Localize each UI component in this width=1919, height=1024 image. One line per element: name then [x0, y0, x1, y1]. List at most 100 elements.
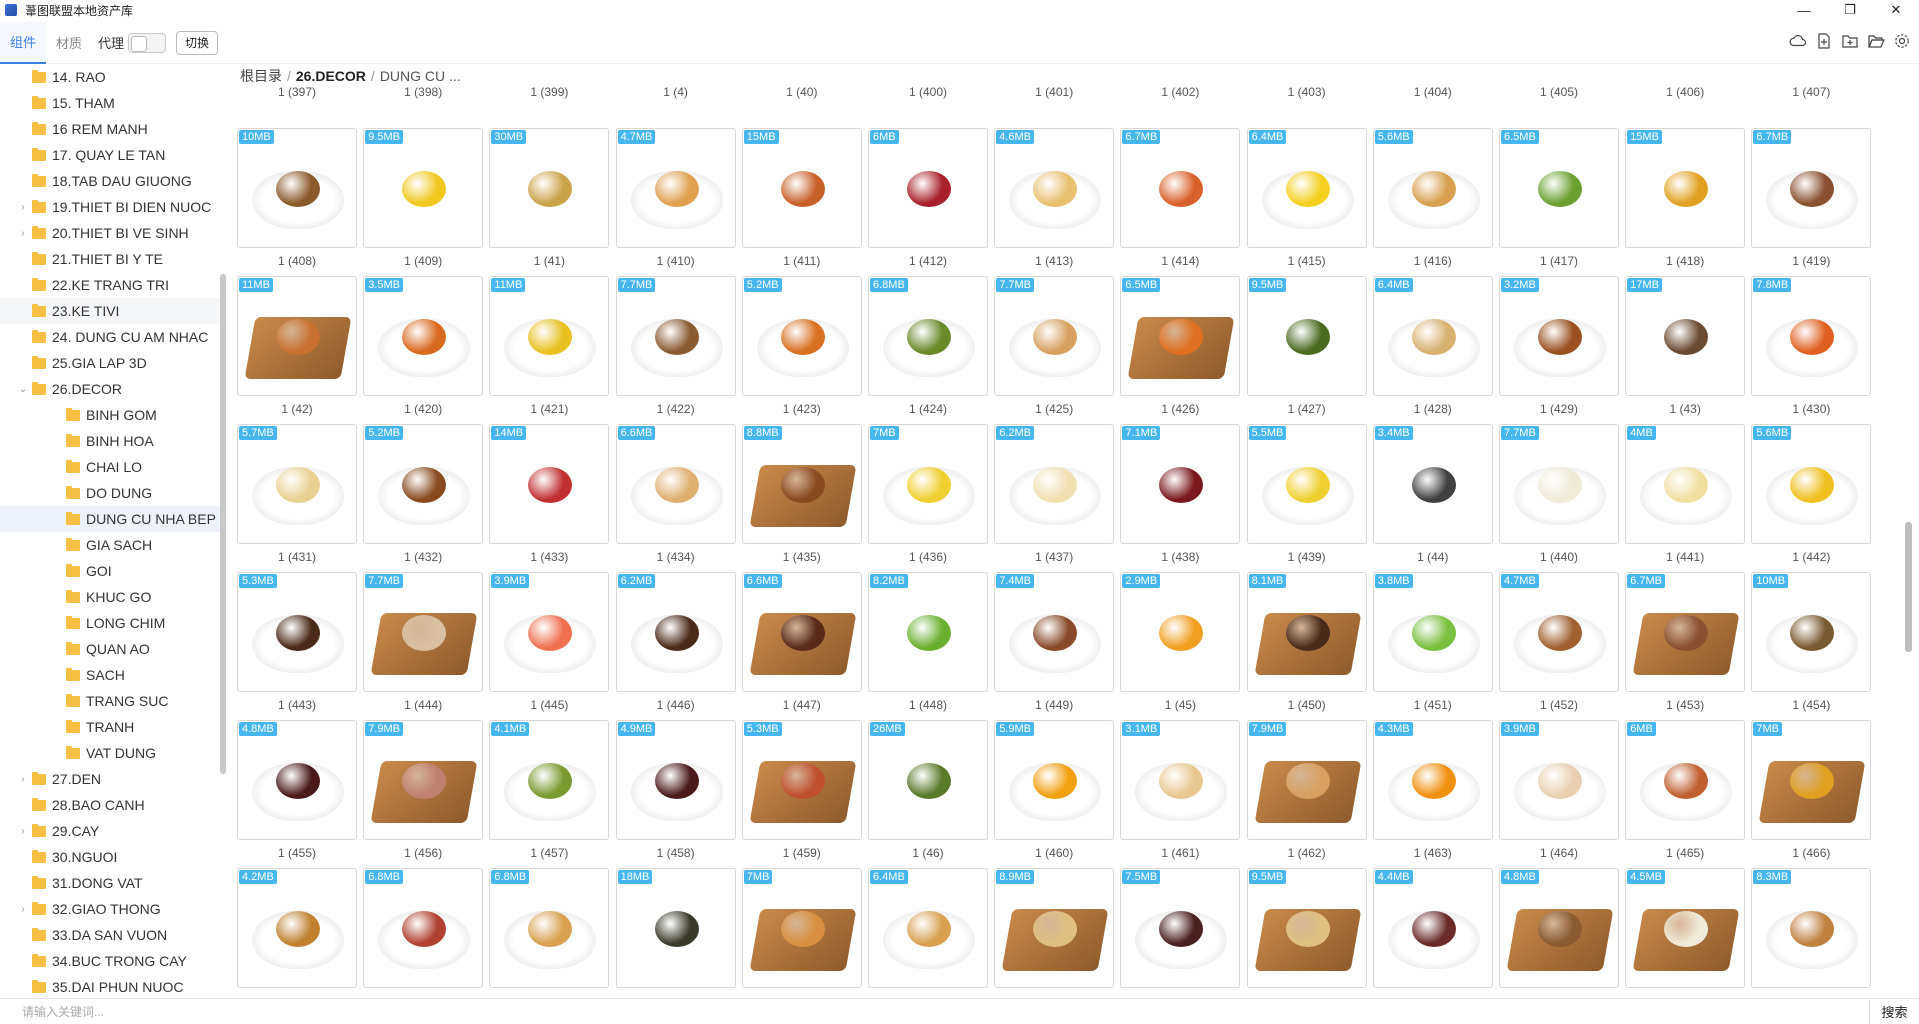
asset-tile[interactable]: 6.6MB 1 (447) [741, 572, 862, 720]
cloud-icon[interactable] [1789, 32, 1807, 50]
asset-tile[interactable]: 1 (406) [1625, 78, 1745, 102]
proxy-toggle[interactable] [128, 32, 167, 53]
asset-thumbnail[interactable]: 8.1MB [1246, 572, 1367, 692]
asset-thumbnail[interactable]: 14MB [489, 424, 610, 544]
asset-tile[interactable]: 6MB 1 (412) [868, 128, 988, 276]
asset-tile[interactable]: 11MB 1 (42) [237, 276, 357, 424]
asset-thumbnail[interactable]: 6MB [1625, 720, 1746, 840]
asset-tile[interactable]: 5.2MB 1 (432) [363, 424, 484, 572]
asset-thumbnail[interactable]: 3.4MB [1372, 424, 1493, 544]
asset-thumbnail[interactable]: 7.7MB [615, 276, 736, 396]
asset-thumbnail[interactable]: 4.5MB [1625, 868, 1746, 988]
sidebar-folder-item[interactable]: DUNG CU NHA BEP [0, 506, 222, 532]
asset-tile[interactable]: 6MB 1 (465) [1625, 720, 1746, 868]
close-button[interactable]: ✕ [1873, 0, 1919, 20]
asset-thumbnail[interactable]: 3.1MB [1120, 720, 1241, 840]
asset-tile[interactable]: 6.4MB 1 (415) [1246, 128, 1367, 276]
asset-tile[interactable]: 6.7MB 1 (414) [1120, 128, 1241, 276]
asset-thumbnail[interactable]: 7MB [741, 868, 862, 988]
asset-tile[interactable]: 8.2MB 1 (448) [868, 572, 988, 720]
asset-tile[interactable]: 18MB [615, 868, 736, 996]
asset-tile[interactable]: 7.5MB [1120, 868, 1241, 996]
asset-thumbnail[interactable]: 6.5MB [1499, 128, 1619, 248]
asset-tile[interactable]: 15MB 1 (418) [1625, 128, 1746, 276]
asset-thumbnail[interactable]: 3.9MB [489, 572, 610, 692]
sidebar-folder-item[interactable]: QUAN AO [0, 636, 222, 662]
asset-tile[interactable]: 5.6MB 1 (442) [1751, 424, 1872, 572]
asset-thumbnail[interactable]: 7.1MB [1120, 424, 1241, 544]
asset-tile[interactable]: 6.7MB 1 (419) [1751, 128, 1872, 276]
asset-tile[interactable]: 5.9MB 1 (460) [994, 720, 1115, 868]
asset-tile[interactable]: 6.6MB 1 (434) [615, 424, 736, 572]
sidebar-folder-item[interactable]: 17. QUAY LE TAN [0, 142, 222, 168]
expand-arrow-icon[interactable]: › [18, 228, 28, 239]
expand-arrow-icon[interactable]: › [18, 774, 28, 785]
sidebar-folder-item[interactable]: 16 REM MANH [0, 116, 222, 142]
sidebar-folder-item[interactable]: 28.BAO CANH [0, 792, 222, 818]
expand-arrow-icon[interactable]: › [18, 904, 28, 915]
asset-thumbnail[interactable]: 11MB [489, 276, 610, 396]
asset-thumbnail[interactable]: 5.5MB [1246, 424, 1367, 544]
asset-tile[interactable]: 8.3MB [1751, 868, 1872, 996]
sidebar-folder-item[interactable]: 23.KE TIVI [0, 298, 222, 324]
grid-scrollbar[interactable] [1905, 522, 1912, 652]
asset-thumbnail[interactable]: 17MB [1625, 276, 1746, 396]
asset-tile[interactable]: 1 (404) [1373, 78, 1493, 102]
asset-thumbnail[interactable]: 10MB [237, 128, 357, 248]
sidebar-folder-item[interactable]: LONG CHIM [0, 610, 222, 636]
open-folder-icon[interactable] [1867, 32, 1885, 50]
asset-thumbnail[interactable]: 7.9MB [363, 720, 484, 840]
asset-thumbnail[interactable]: 8.2MB [868, 572, 988, 692]
asset-tile[interactable]: 4.9MB 1 (458) [615, 720, 736, 868]
asset-tile[interactable]: 1 (407) [1751, 78, 1871, 102]
asset-thumbnail[interactable]: 8.9MB [994, 868, 1115, 988]
asset-thumbnail[interactable]: 5.2MB [741, 276, 862, 396]
asset-tile[interactable]: 15MB 1 (411) [741, 128, 862, 276]
asset-thumbnail[interactable]: 4.6MB [994, 128, 1115, 248]
asset-thumbnail[interactable]: 8.3MB [1751, 868, 1872, 988]
asset-tile[interactable]: 4.8MB 1 (455) [237, 720, 357, 868]
asset-thumbnail[interactable]: 11MB [237, 276, 357, 396]
asset-thumbnail[interactable]: 15MB [741, 128, 862, 248]
asset-tile[interactable]: 10MB 1 (454) [1751, 572, 1872, 720]
asset-tile[interactable]: 6.2MB 1 (437) [994, 424, 1115, 572]
asset-tile[interactable]: 7.9MB 1 (456) [363, 720, 484, 868]
asset-tile[interactable]: 6.2MB 1 (446) [615, 572, 736, 720]
asset-thumbnail[interactable]: 5.2MB [363, 424, 484, 544]
sidebar-folder-item[interactable]: BINH HOA [0, 428, 222, 454]
asset-thumbnail[interactable]: 6.6MB [741, 572, 862, 692]
asset-thumbnail[interactable]: 26MB [868, 720, 988, 840]
asset-tile[interactable]: 3.9MB 1 (464) [1499, 720, 1619, 868]
maximize-button[interactable]: ❐ [1827, 0, 1873, 20]
asset-tile[interactable]: 7.7MB 1 (440) [1499, 424, 1619, 572]
asset-thumbnail[interactable]: 6.4MB [1246, 128, 1367, 248]
asset-thumbnail[interactable]: 4.9MB [615, 720, 736, 840]
asset-tile[interactable]: 7.7MB 1 (425) [994, 276, 1115, 424]
asset-tile[interactable]: 7.1MB 1 (438) [1120, 424, 1241, 572]
tab-components[interactable]: 组件 [0, 21, 47, 64]
tab-materials[interactable]: 材质 [46, 22, 92, 64]
asset-thumbnail[interactable]: 6.2MB [994, 424, 1115, 544]
asset-tile[interactable]: 1 (399) [489, 78, 609, 102]
asset-tile[interactable]: 26MB 1 (46) [868, 720, 988, 868]
asset-tile[interactable]: 3.4MB 1 (44) [1372, 424, 1493, 572]
asset-thumbnail[interactable]: 3.9MB [1499, 720, 1619, 840]
asset-tile[interactable]: 9.5MB 1 (427) [1246, 276, 1367, 424]
asset-tile[interactable]: 1 (405) [1499, 78, 1619, 102]
asset-thumbnail[interactable]: 2.9MB [1120, 572, 1241, 692]
asset-thumbnail[interactable]: 7MB [868, 424, 988, 544]
asset-thumbnail[interactable]: 6.8MB [868, 276, 988, 396]
gear-icon[interactable] [1893, 32, 1911, 50]
asset-tile[interactable]: 6.5MB 1 (426) [1120, 276, 1241, 424]
asset-tile[interactable]: 1 (397) [237, 78, 357, 102]
asset-tile[interactable]: 3.1MB 1 (461) [1120, 720, 1241, 868]
asset-thumbnail[interactable]: 6.4MB [868, 868, 988, 988]
asset-thumbnail[interactable]: 7.7MB [1499, 424, 1619, 544]
sidebar-folder-item[interactable]: 35.DAI PHUN NUOC [0, 974, 222, 996]
sidebar-folder-item[interactable]: CHAI LO [0, 454, 222, 480]
asset-thumbnail[interactable]: 4MB [1625, 424, 1746, 544]
sidebar-folder-item[interactable]: TRANH [0, 714, 222, 740]
sidebar-scrollbar[interactable] [220, 274, 226, 774]
asset-tile[interactable]: 10MB 1 (408) [237, 128, 357, 276]
asset-thumbnail[interactable]: 6.8MB [489, 868, 610, 988]
